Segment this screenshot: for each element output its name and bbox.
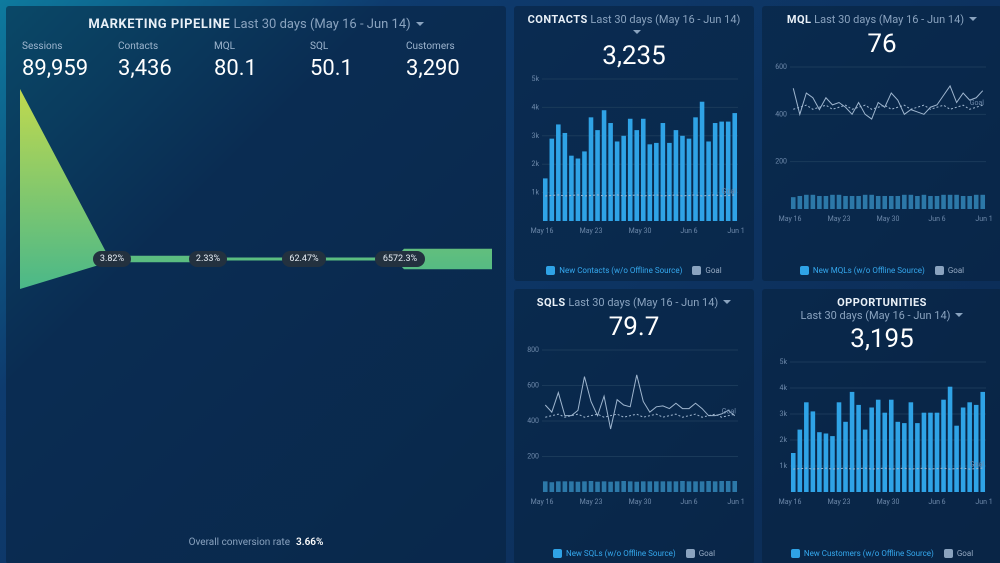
svg-text:May 16: May 16 — [779, 498, 802, 506]
legend-item-contacts[interactable]: New Contacts (w/o Offline Source) — [546, 266, 682, 275]
svg-text:400: 400 — [527, 417, 539, 425]
contacts-date-range[interactable]: Last 30 days (May 16 - Jun 14) — [590, 13, 740, 39]
legend-item-goal[interactable]: Goal — [692, 266, 721, 275]
svg-text:1k: 1k — [532, 189, 540, 197]
svg-text:62.47%: 62.47% — [289, 254, 319, 264]
svg-text:Jun 13: Jun 13 — [727, 498, 744, 506]
svg-text:200: 200 — [527, 452, 539, 460]
opps-value: 3,195 — [772, 324, 992, 354]
overall-conversion: Overall conversion rate3.66% — [16, 537, 496, 548]
contacts-legend: New Contacts (w/o Offline Source) Goal — [524, 262, 744, 275]
mql-header[interactable]: MQL Last 30 days (May 16 - Jun 14) — [772, 14, 992, 27]
svg-text:May 16: May 16 — [531, 498, 554, 506]
svg-text:Jun 6: Jun 6 — [928, 498, 945, 506]
svg-text:May 23: May 23 — [580, 227, 603, 235]
svg-text:2k: 2k — [780, 436, 788, 444]
svg-text:Goal: Goal — [722, 188, 737, 196]
svg-text:200: 200 — [775, 157, 787, 165]
svg-text:Jun 6: Jun 6 — [928, 215, 945, 223]
legend-item-opps[interactable]: New Customers (w/o Offline Source) — [791, 549, 934, 558]
sqls-legend: New SQLs (w/o Offline Source) Goal — [524, 545, 744, 558]
pipeline-title: MARKETING PIPELINE — [88, 17, 230, 32]
svg-text:Jun 13: Jun 13 — [975, 215, 992, 223]
sqls-header[interactable]: SQLS Last 30 days (May 16 - Jun 14) — [524, 297, 744, 310]
sqls-panel: SQLS Last 30 days (May 16 - Jun 14) 79.7… — [514, 289, 754, 563]
contacts-header[interactable]: CONTACTS Last 30 days (May 16 - Jun 14) — [524, 14, 744, 39]
svg-text:May 16: May 16 — [779, 215, 802, 223]
opps-date-range[interactable]: Last 30 days (May 16 - Jun 14) — [801, 309, 964, 322]
svg-text:6572.3%: 6572.3% — [383, 254, 418, 264]
svg-text:May 30: May 30 — [629, 498, 652, 506]
contacts-chart: 1k 2k 3k 4k 5k Goal May 16 May 23 May 30 Jun 6 Jun… — [524, 75, 744, 235]
mql-value: 76 — [772, 29, 992, 59]
svg-text:2k: 2k — [532, 160, 540, 168]
svg-text:400: 400 — [775, 110, 787, 118]
svg-text:4k: 4k — [532, 104, 540, 112]
svg-text:May 30: May 30 — [629, 227, 652, 235]
svg-text:Goal: Goal — [970, 461, 985, 469]
pipeline-header[interactable]: MARKETING PIPELINE Last 30 days (May 16 … — [16, 18, 496, 33]
legend-item-goal[interactable]: Goal — [935, 266, 964, 275]
svg-text:3.82%: 3.82% — [100, 254, 125, 264]
opps-legend: New Customers (w/o Offline Source) Goal — [772, 545, 992, 558]
svg-text:Jun 6: Jun 6 — [680, 227, 697, 235]
pipeline-panel: MARKETING PIPELINE Last 30 days (May 16 … — [6, 6, 506, 563]
svg-text:4k: 4k — [780, 384, 788, 392]
svg-text:5k: 5k — [780, 358, 788, 366]
mql-legend: New MQLs (w/o Offline Source) Goal — [772, 262, 992, 275]
pipeline-stages: Sessions89,959Contacts3,436MQL80.1SQL50.… — [16, 41, 496, 81]
sqls-value: 79.7 — [524, 312, 744, 342]
legend-item-goal[interactable]: Goal — [944, 549, 973, 558]
legend-item-sqls[interactable]: New SQLs (w/o Offline Source) — [553, 549, 676, 558]
svg-text:Goal: Goal — [970, 99, 985, 107]
svg-text:2.33%: 2.33% — [196, 254, 221, 264]
svg-text:May 16: May 16 — [531, 227, 554, 235]
svg-text:3k: 3k — [780, 410, 788, 418]
opps-header[interactable]: OPPORTUNITIES Last 30 days (May 16 - Jun… — [772, 297, 992, 322]
legend-item-goal[interactable]: Goal — [686, 549, 715, 558]
svg-text:May 30: May 30 — [877, 498, 900, 506]
svg-text:Jun 13: Jun 13 — [727, 227, 744, 235]
svg-text:5k: 5k — [532, 75, 540, 83]
funnel-chart: 3.82% 2.33% 62.47% 6572.3% — [16, 89, 496, 289]
svg-text:May 23: May 23 — [828, 215, 851, 223]
svg-text:600: 600 — [527, 381, 539, 389]
contacts-value: 3,235 — [524, 41, 744, 71]
pipeline-date-range[interactable]: Last 30 days (May 16 - Jun 14) — [233, 17, 423, 32]
svg-text:May 30: May 30 — [877, 215, 900, 223]
opportunities-panel: OPPORTUNITIES Last 30 days (May 16 - Jun… — [762, 289, 1000, 563]
contacts-panel: CONTACTS Last 30 days (May 16 - Jun 14) … — [514, 6, 754, 281]
svg-text:600: 600 — [775, 63, 787, 71]
sqls-chart: 200 400 600 800 Goal May 16 May 23 May 30 Jun 6 J… — [524, 346, 744, 506]
svg-text:May 23: May 23 — [580, 498, 603, 506]
sqls-date-range[interactable]: Last 30 days (May 16 - Jun 14) — [568, 296, 731, 309]
mql-panel: MQL Last 30 days (May 16 - Jun 14) 76 20… — [762, 6, 1000, 281]
svg-text:May 23: May 23 — [828, 498, 851, 506]
mql-date-range[interactable]: Last 30 days (May 16 - Jun 14) — [814, 13, 977, 26]
svg-text:Jun 6: Jun 6 — [680, 498, 697, 506]
svg-text:Jun 13: Jun 13 — [975, 498, 992, 506]
svg-text:1k: 1k — [780, 462, 788, 470]
mql-chart: 200 400 600 Goal May 16 May 23 May 30 Jun 6 Jun … — [772, 63, 992, 223]
svg-text:3k: 3k — [532, 132, 540, 140]
svg-text:800: 800 — [527, 346, 539, 354]
legend-item-mql[interactable]: New MQLs (w/o Offline Source) — [800, 266, 925, 275]
svg-text:Goal: Goal — [722, 407, 737, 415]
opps-chart: 1k 2k 3k 4k 5k Goal May 16 May 23 May 30 Jun 6 Jun… — [772, 358, 992, 506]
